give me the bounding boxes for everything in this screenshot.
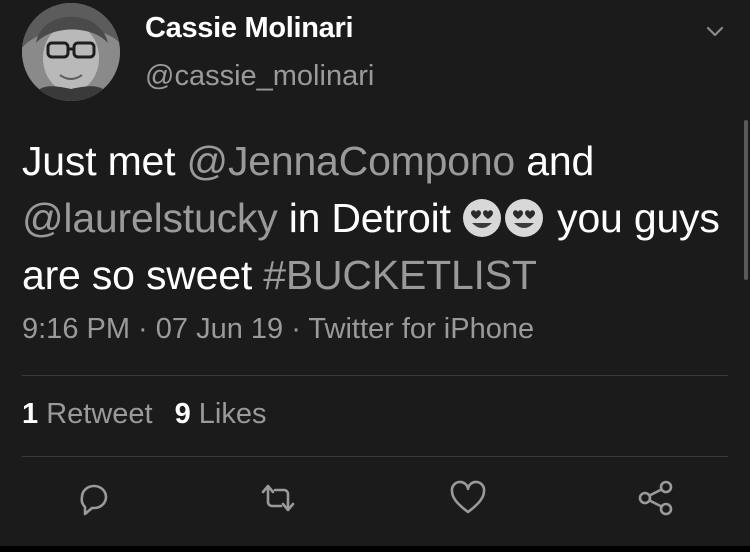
retweets-stat[interactable]: 1 Retweet bbox=[22, 398, 153, 430]
likes-count: 9 bbox=[174, 398, 191, 430]
tweet-date: 07 Jun 19 bbox=[155, 313, 284, 345]
avatar[interactable] bbox=[22, 3, 120, 101]
meta-separator: · bbox=[283, 313, 309, 345]
tweet-text-part: in Detroit bbox=[277, 195, 462, 241]
divider bbox=[22, 375, 728, 376]
scrollbar[interactable] bbox=[744, 120, 748, 280]
tweet-stats: 1 Retweet 9 Likes bbox=[22, 398, 289, 431]
action-bar bbox=[0, 478, 750, 524]
mention-link[interactable]: @JennaCompono bbox=[187, 138, 516, 184]
tweet-meta: 9:16 PM · 07 Jun 19 · Twitter for iPhone bbox=[22, 313, 534, 346]
likes-label: Likes bbox=[190, 398, 267, 430]
heart-eyes-emoji bbox=[504, 199, 543, 237]
author-handle[interactable]: @cassie_molinari bbox=[145, 60, 374, 93]
tweet-time: 9:16 PM bbox=[22, 313, 130, 345]
hashtag-link[interactable]: #BUCKETLIST bbox=[263, 252, 537, 298]
mention-link[interactable]: @laurelstucky bbox=[22, 195, 278, 241]
tweet-card: Cassie Molinari @cassie_molinari Just me… bbox=[0, 0, 750, 552]
reply-icon[interactable] bbox=[74, 478, 114, 518]
author-name[interactable]: Cassie Molinari bbox=[145, 12, 354, 45]
chevron-down-icon[interactable] bbox=[704, 20, 726, 42]
meta-separator: · bbox=[130, 313, 156, 345]
tweet-text: Just met @JennaCompono and @laurelstucky… bbox=[22, 133, 722, 304]
heart-eyes-emoji bbox=[462, 199, 501, 237]
like-icon[interactable] bbox=[448, 478, 488, 518]
share-icon[interactable] bbox=[636, 478, 676, 518]
retweets-label: Retweet bbox=[38, 398, 153, 430]
tweet-source-link[interactable]: Twitter for iPhone bbox=[308, 313, 534, 345]
tweet-text-part: Just met bbox=[22, 138, 187, 184]
tweet-text-part: and bbox=[515, 138, 595, 184]
likes-stat[interactable]: 9 Likes bbox=[175, 398, 267, 430]
divider bbox=[22, 456, 728, 457]
retweets-count: 1 bbox=[22, 398, 39, 430]
retweet-icon[interactable] bbox=[258, 478, 298, 518]
bottom-edge bbox=[0, 546, 750, 552]
